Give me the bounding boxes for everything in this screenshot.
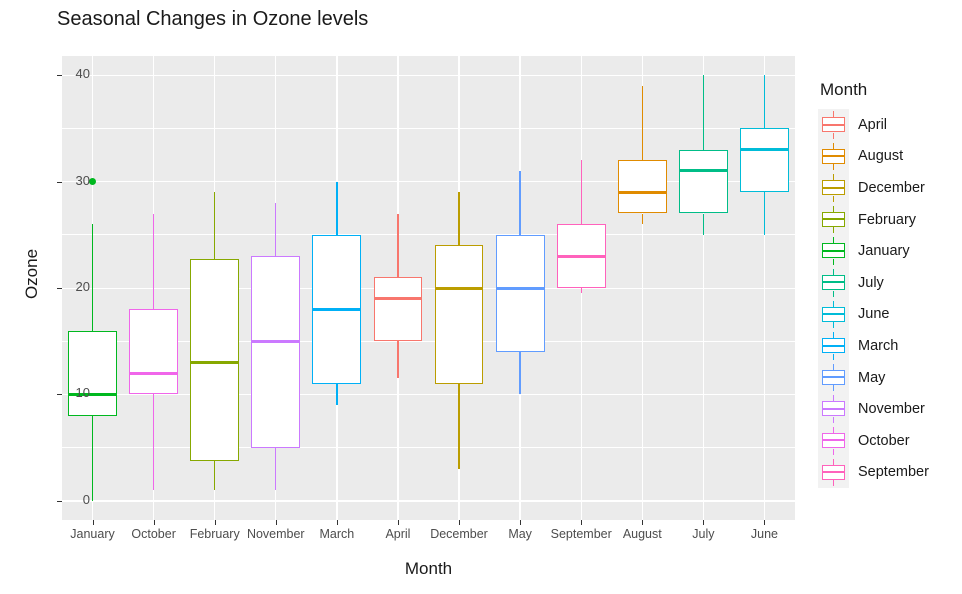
legend-whisker-lower: [833, 164, 835, 171]
legend-whisker-lower: [833, 353, 835, 360]
y-axis-tick-label: 10: [75, 385, 90, 401]
legend-whisker-lower: [833, 290, 835, 297]
legend-whisker-lower: [833, 416, 835, 423]
legend-item-label: May: [858, 369, 886, 386]
legend-item[interactable]: January: [818, 235, 958, 267]
legend-median-line: [822, 249, 845, 252]
legend-median-line: [822, 376, 845, 379]
x-axis-tick-mark: [397, 520, 399, 525]
x-axis-tick-mark: [581, 520, 583, 525]
legend-item[interactable]: June: [818, 298, 958, 331]
y-axis-title: Ozone: [22, 248, 41, 300]
legend-item-label: November: [858, 401, 925, 418]
legend-item[interactable]: February: [818, 203, 958, 236]
chart-title: Seasonal Changes in Ozone levels: [57, 8, 369, 30]
legend-key-swatch: [818, 456, 849, 489]
legend-key-swatch: [818, 266, 849, 299]
legend-item[interactable]: December: [818, 172, 958, 204]
legend-item-label: March: [858, 337, 899, 354]
legend-key-swatch: [818, 393, 849, 425]
legend-whisker-lower: [833, 322, 835, 329]
legend-title: Month: [820, 80, 868, 99]
x-axis-tick-mark: [275, 520, 277, 525]
x-axis-tick-mark: [764, 520, 766, 525]
y-axis-tick-mark: [57, 500, 62, 502]
legend: Month April August December February January…: [818, 80, 958, 489]
legend-median-line: [822, 281, 845, 284]
y-axis-tick-mark: [57, 181, 62, 183]
legend-whisker-lower: [833, 258, 835, 265]
legend-item[interactable]: July: [818, 266, 958, 299]
legend-key-swatch: [818, 203, 849, 236]
legend-key-swatch: [818, 424, 849, 457]
legend-median-line: [822, 439, 845, 442]
legend-item-label: August: [858, 148, 904, 165]
legend-key-swatch: [818, 235, 849, 267]
legend-item[interactable]: November: [818, 393, 958, 425]
y-axis-tick-mark: [57, 394, 62, 396]
box-iqr-rect: [740, 128, 789, 193]
legend-whisker-lower: [833, 132, 835, 139]
legend-key-swatch: [818, 330, 849, 362]
legend-whisker-lower: [833, 227, 835, 234]
x-axis-tick-label: June: [750, 527, 778, 541]
legend-key-swatch: [818, 172, 849, 204]
legend-item-label: July: [858, 274, 884, 291]
whisker-upper: [763, 75, 766, 129]
legend-median-line: [822, 344, 845, 347]
x-axis-tick-mark: [703, 520, 705, 525]
x-axis-tick-mark: [459, 520, 461, 525]
legend-whisker-lower: [833, 480, 835, 487]
x-axis-tick-mark: [642, 520, 644, 525]
legend-item[interactable]: April: [818, 109, 958, 141]
legend-item[interactable]: September: [818, 456, 958, 489]
legend-item[interactable]: May: [818, 361, 958, 394]
legend-median-line: [822, 218, 845, 221]
legend-median-line: [822, 186, 845, 189]
x-axis-tick-mark: [336, 520, 338, 525]
whisker-lower: [763, 192, 766, 235]
legend-key-swatch: [818, 298, 849, 331]
y-axis-tick-label: 20: [75, 279, 90, 294]
legend-median-line: [822, 313, 845, 316]
y-axis-tick-mark: [57, 75, 62, 77]
legend-whisker-lower: [833, 448, 835, 455]
legend-item-label: April: [858, 116, 888, 133]
legend-whisker-lower: [833, 385, 835, 392]
chart-container: Seasonal Changes in Ozone levels Ozone M…: [0, 0, 962, 594]
legend-whisker-lower: [833, 195, 835, 202]
median-line: [740, 148, 789, 152]
x-axis-title: Month: [404, 559, 453, 578]
legend-key-swatch: [818, 361, 849, 394]
y-axis-tick-label: 0: [82, 491, 90, 507]
plot-panel: [62, 56, 795, 520]
legend-item-label: January: [858, 243, 910, 260]
legend-item[interactable]: October: [818, 424, 958, 457]
legend-median-line: [822, 471, 845, 474]
legend-item-label: June: [858, 306, 890, 323]
legend-key-swatch: [818, 140, 849, 173]
legend-items: April August December February January July Ju…: [818, 109, 958, 489]
x-axis-tick-mark: [214, 520, 216, 525]
x-axis-tick-mark: [92, 520, 94, 525]
legend-item-label: September: [858, 464, 929, 481]
legend-median-line: [822, 407, 845, 410]
legend-item[interactable]: March: [818, 330, 958, 362]
y-axis-tick-label: 30: [75, 172, 90, 188]
x-axis-tick-mark: [520, 520, 522, 525]
x-axis-tick-mark: [153, 520, 155, 525]
legend-key-swatch: [818, 109, 849, 141]
legend-item-label: February: [858, 211, 917, 228]
legend-median-line: [822, 123, 845, 126]
y-axis-tick-mark: [57, 288, 62, 289]
boxplot-box[interactable]: [62, 56, 795, 520]
legend-item-label: October: [858, 432, 910, 449]
y-axis-tick-label: 40: [75, 66, 90, 82]
legend-median-line: [822, 155, 845, 158]
legend-item[interactable]: August: [818, 140, 958, 173]
legend-item-label: December: [858, 179, 925, 196]
